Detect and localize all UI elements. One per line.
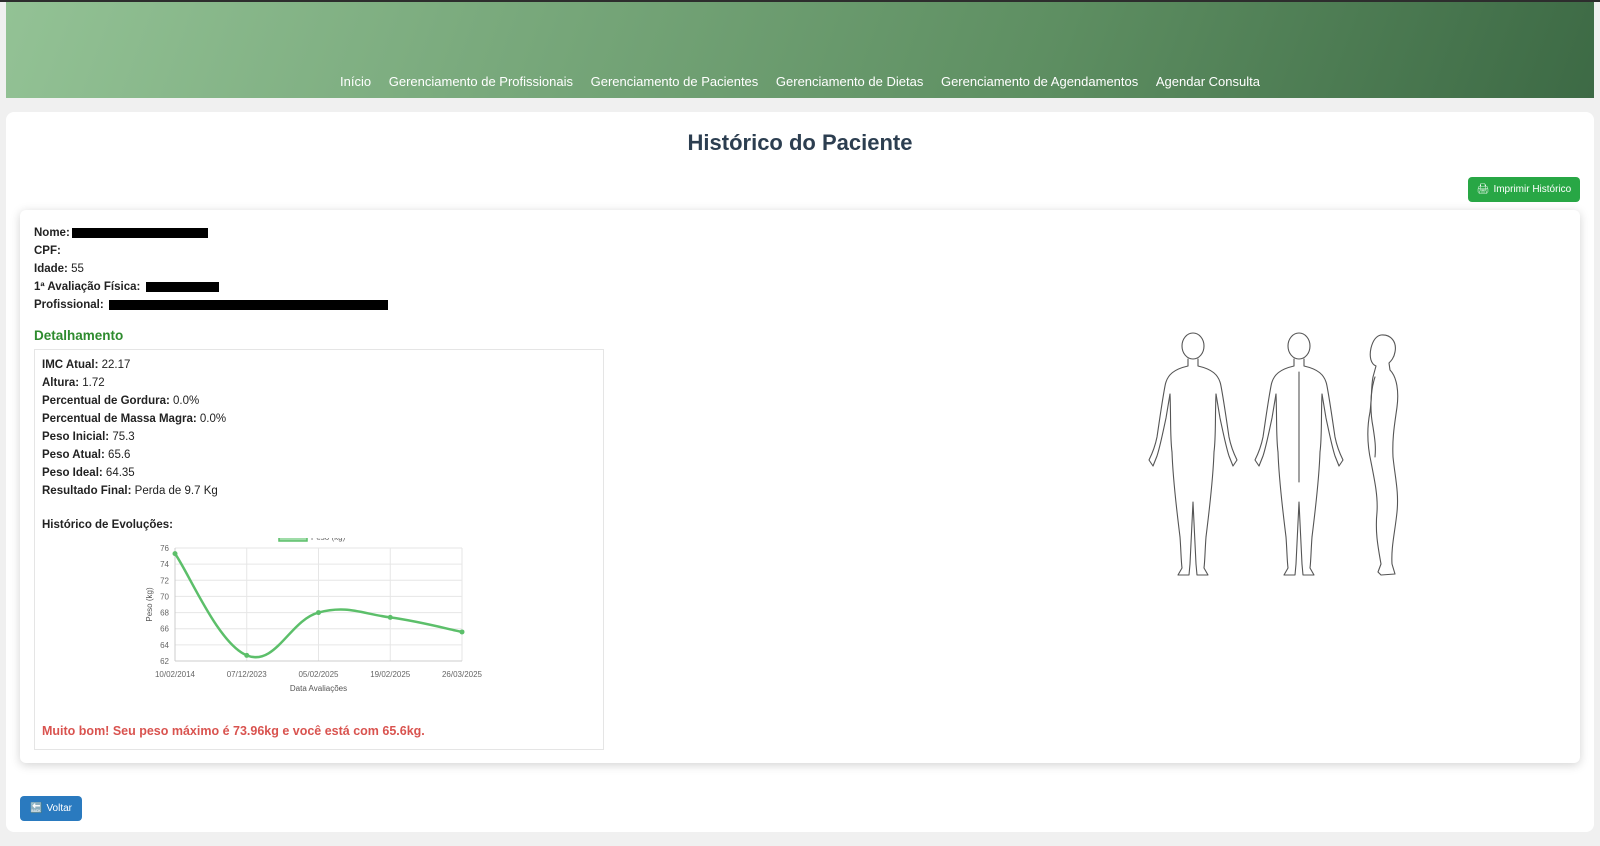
chart-y-tick-label: 76 — [160, 544, 169, 553]
chart-y-tick-label: 68 — [160, 609, 169, 618]
nav-agendar-consulta[interactable]: Agendar Consulta — [1156, 74, 1260, 89]
chart-legend-swatch — [278, 531, 308, 542]
print-button-label: Imprimir Histórico — [1493, 184, 1572, 195]
nav-pacientes[interactable]: Gerenciamento de Pacientes — [591, 74, 759, 89]
chart-x-tick-label: 26/03/2025 — [442, 670, 483, 679]
patient-cpf-label: CPF: — [34, 245, 61, 257]
redacted-first-eval — [145, 281, 219, 292]
nav-dietas[interactable]: Gerenciamento de Dietas — [776, 74, 923, 89]
detail-label: Percentual de Gordura: — [42, 395, 170, 407]
detail-row: Percentual de Gordura: 0.0% — [42, 392, 226, 410]
chart-legend-label: Peso (kg) — [311, 538, 346, 542]
detail-value: 22.17 — [101, 359, 131, 371]
detail-label: Peso Ideal: — [42, 467, 103, 479]
detail-value: 0.0% — [173, 395, 200, 407]
chart-data-point — [244, 652, 250, 658]
chart-data-point — [316, 610, 321, 616]
chart-data-point — [387, 614, 393, 620]
detail-row: Peso Inicial: 75.3 — [42, 428, 226, 446]
patient-professional-row: Profissional: — [34, 296, 388, 314]
back-button[interactable]: 🔙 Voltar — [20, 796, 82, 821]
nav-inicio[interactable]: Início — [340, 74, 371, 89]
weight-chart: 62 64 66 68 70 72 74 76 10/02/2014 07/12/2023 05/0… — [140, 531, 500, 710]
redacted-professional — [108, 299, 388, 310]
detail-value: 0.0% — [199, 413, 227, 425]
professional-label: Profissional: — [34, 299, 104, 311]
detail-row: Percentual de Massa Magra: 0.0% — [42, 410, 226, 428]
detail-row: IMC Atual: 22.17 — [42, 356, 226, 374]
back-button-label: Voltar — [46, 803, 73, 814]
weight-chart-svg: 62 64 66 68 70 72 74 76 10/02/2014 07/12/2023 05/0… — [145, 531, 483, 693]
chart-y-tick-label: 72 — [160, 576, 169, 585]
patient-info: Nome: CPF: Idade: 55 1ª Avaliação Física… — [34, 224, 388, 314]
redacted-name — [71, 227, 208, 238]
header-banner: Início Gerenciamento de Profissionais Ge… — [6, 2, 1594, 98]
nav-profissionais[interactable]: Gerenciamento de Profissionais — [389, 74, 573, 89]
patient-name-row: Nome: — [34, 224, 388, 242]
detail-row: Peso Atual: 65.6 — [42, 446, 226, 464]
chart-x-tick-label: 05/02/2025 — [298, 670, 339, 679]
printer-icon: 🖨 — [1476, 184, 1490, 195]
body-back-figure — [1254, 332, 1344, 576]
detail-value: 75.3 — [112, 431, 135, 443]
detail-value: 65.6 — [108, 449, 131, 461]
evolution-title: Histórico de Evoluções: — [42, 519, 174, 531]
chart-x-tick-label: 10/02/2014 — [155, 670, 196, 679]
chart-y-tick-label: 66 — [160, 625, 169, 634]
chart-y-axis-label: Peso (kg) — [145, 587, 154, 622]
chart-y-tick-label: 74 — [160, 560, 169, 569]
patient-age-value: 55 — [71, 263, 84, 275]
back-icon: 🔙 — [29, 803, 43, 814]
detail-row: Peso Ideal: 64.35 — [42, 464, 226, 482]
nav-agendamentos[interactable]: Gerenciamento de Agendamentos — [941, 74, 1138, 89]
details-title: Detalhamento — [34, 328, 124, 343]
main-nav: Início Gerenciamento de Profissionais Ge… — [6, 74, 1594, 89]
details-list: IMC Atual: 22.17 Altura: 1.72 Percentual… — [42, 356, 226, 500]
chart-x-tick-label: 07/12/2023 — [227, 670, 268, 679]
patient-name-label: Nome: — [34, 227, 70, 239]
page-title: Histórico do Paciente — [687, 130, 913, 155]
first-eval-label: 1ª Avaliação Física: — [34, 281, 141, 293]
body-side-figure — [1367, 334, 1399, 576]
detail-label: Peso Atual: — [42, 449, 105, 461]
body-front-figure — [1148, 332, 1238, 576]
detail-value: Perda de 9.7 Kg — [134, 485, 218, 497]
chart-y-tick-label: 64 — [160, 641, 169, 650]
chart-x-tick-label: 19/02/2025 — [370, 670, 411, 679]
detail-row: Altura: 1.72 — [42, 374, 226, 392]
chart-y-tick-label: 70 — [160, 592, 169, 601]
chart-data-point — [459, 629, 465, 635]
detail-label: Resultado Final: — [42, 485, 132, 497]
detail-row: Resultado Final: Perda de 9.7 Kg — [42, 482, 226, 500]
chart-x-axis-label: Data Avaliações — [290, 684, 347, 693]
patient-cpf-row: CPF: — [34, 242, 388, 260]
patient-first-eval-row: 1ª Avaliação Física: — [34, 278, 388, 296]
detail-value: 64.35 — [105, 467, 135, 479]
body-outline-illustration — [1148, 332, 1399, 576]
detail-label: Peso Inicial: — [42, 431, 110, 443]
print-history-button[interactable]: 🖨 Imprimir Histórico — [1468, 177, 1580, 202]
detail-label: IMC Atual: — [42, 359, 99, 371]
patient-age-row: Idade: 55 — [34, 260, 388, 278]
chart-data-point — [172, 551, 178, 557]
detail-label: Percentual de Massa Magra: — [42, 413, 197, 425]
patient-age-label: Idade: — [34, 263, 68, 275]
detail-value: 1.72 — [82, 377, 105, 389]
chart-y-tick-label: 62 — [160, 657, 169, 666]
detail-label: Altura: — [42, 377, 80, 389]
result-message: Muito bom! Seu peso máximo é 73.96kg e v… — [42, 724, 425, 738]
